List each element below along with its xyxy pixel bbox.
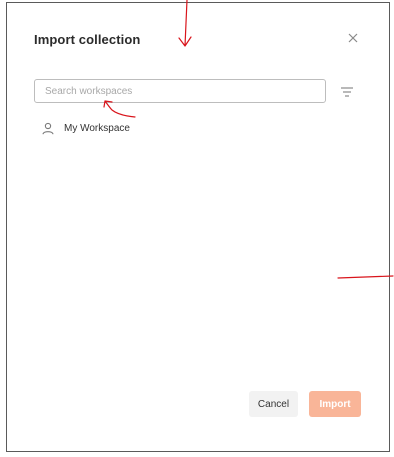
close-button[interactable]: [346, 31, 360, 45]
close-icon: [348, 33, 358, 43]
user-icon: [42, 122, 54, 134]
filter-button[interactable]: [340, 85, 354, 97]
canvas: Import collection My Workspace Cancel Im…: [0, 0, 394, 457]
import-button[interactable]: Import: [309, 391, 361, 417]
cancel-button[interactable]: Cancel: [249, 391, 298, 417]
dialog-title: Import collection: [34, 32, 141, 47]
filter-icon: [341, 87, 353, 97]
search-workspaces-input[interactable]: [34, 79, 326, 103]
workspace-item-my-workspace[interactable]: My Workspace: [42, 120, 130, 136]
workspace-label: My Workspace: [64, 122, 130, 134]
import-collection-dialog: Import collection My Workspace Cancel Im…: [6, 2, 390, 452]
